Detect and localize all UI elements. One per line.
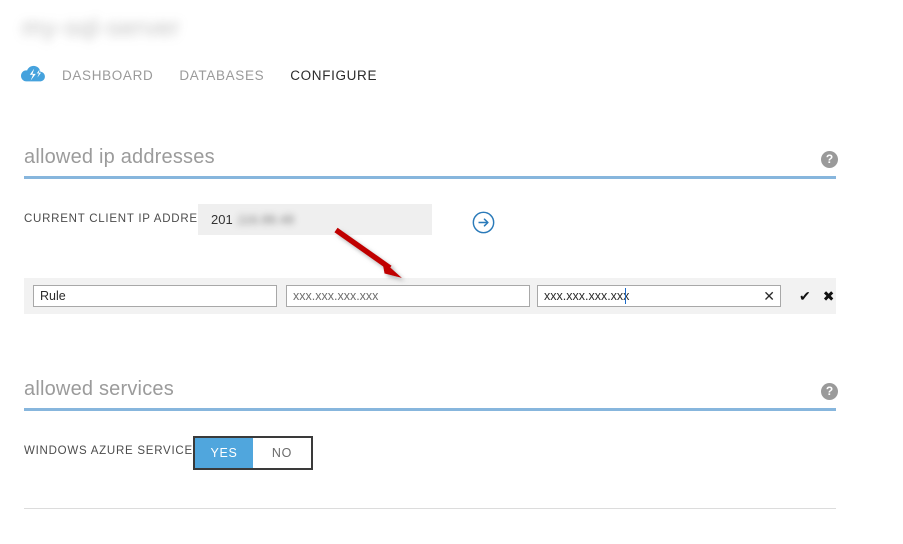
current-client-ip-value-visible: 201 [211,212,233,227]
bottom-divider [24,508,836,509]
page-title: my-sql-server [22,14,180,42]
section-title-allowed-ip: allowed ip addresses [24,146,215,168]
tab-bar: DASHBOARD DATABASES CONFIGURE [20,62,403,88]
current-client-ip-row: CURRENT CLIENT IP ADDRESS 201.116.88.48 [24,204,836,236]
new-rule-name-input[interactable] [33,285,277,307]
new-firewall-rule-row: ✕ ✔ ✖ [24,278,836,314]
new-rule-start-ip-input[interactable] [286,285,530,307]
help-icon-allowed-services[interactable]: ? [821,383,838,400]
current-client-ip-label: CURRENT CLIENT IP ADDRESS [24,213,215,225]
windows-azure-services-row: WINDOWS AZURE SERVICES YES NO [24,436,836,470]
tab-dashboard[interactable]: DASHBOARD [62,68,153,83]
current-client-ip-value: 201.116.88.48 [198,204,432,235]
new-rule-end-ip-input[interactable] [537,285,781,307]
help-icon-allowed-ip[interactable]: ? [821,151,838,168]
section-allowed-services: allowed services ? [24,378,838,411]
current-client-ip-value-redacted: .116.88.48 [233,212,295,227]
new-rule-actions: ✔ ✖ [799,289,834,303]
windows-azure-services-toggle: YES NO [193,436,313,470]
toggle-option-no[interactable]: NO [253,438,311,468]
section-underline-allowed-services [24,408,836,411]
section-underline-allowed-ip [24,176,836,179]
cancel-x-icon[interactable]: ✖ [823,289,835,303]
windows-azure-services-label: WINDOWS AZURE SERVICES [24,445,202,457]
tab-configure[interactable]: CONFIGURE [290,68,377,83]
section-allowed-ip-addresses: allowed ip addresses ? [24,146,838,179]
toggle-option-yes[interactable]: YES [195,438,253,468]
tab-databases[interactable]: DATABASES [179,68,264,83]
arrow-right-circle-icon[interactable] [472,211,495,234]
clear-icon[interactable]: ✕ [763,286,775,306]
new-rule-end-ip-wrapper: ✕ [537,285,781,307]
confirm-checkmark-icon[interactable]: ✔ [799,289,811,303]
sql-database-cloud-icon [21,65,45,82]
section-title-allowed-services: allowed services [24,378,174,400]
text-caret [625,288,626,304]
